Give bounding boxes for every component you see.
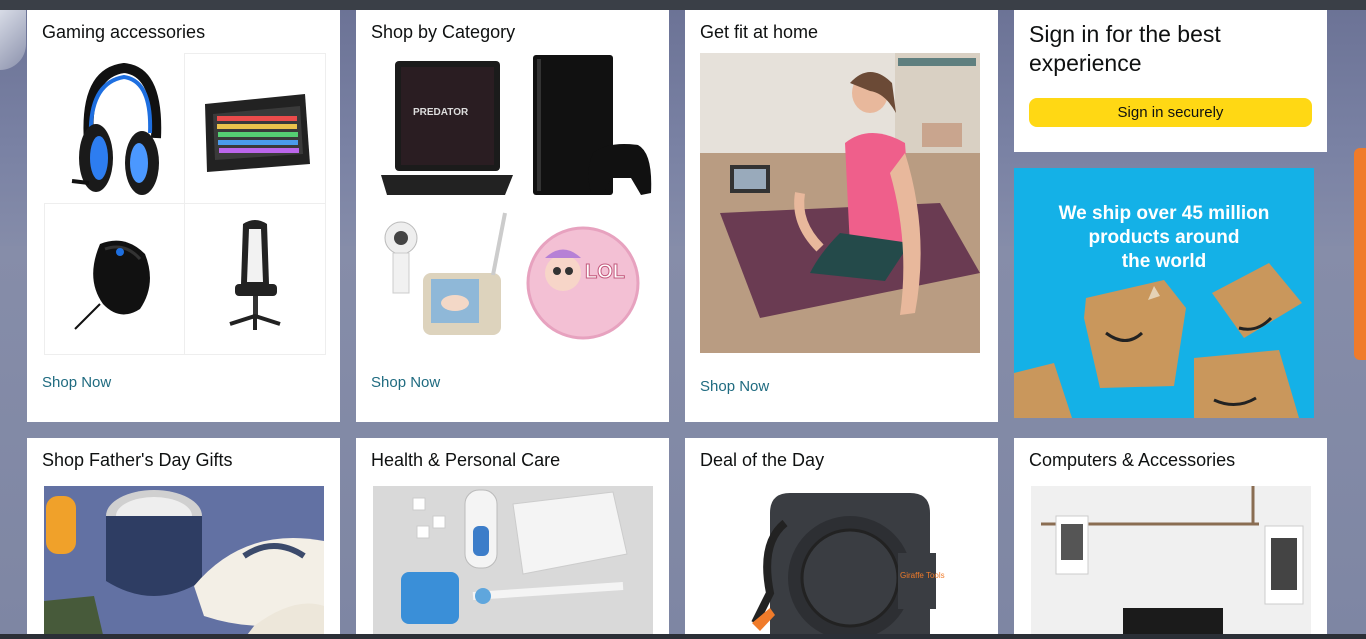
- baby-monitor-image[interactable]: [373, 203, 513, 353]
- card-title: Gaming accessories: [42, 22, 206, 42]
- workspace-scene-image: [1031, 486, 1311, 639]
- card-fathers-day-gifts: Shop Father's Day Gifts: [27, 438, 340, 639]
- card-title: Shop by Category: [371, 22, 516, 42]
- headset-image[interactable]: [44, 53, 184, 203]
- shop-now-link[interactable]: Shop Now: [700, 378, 769, 395]
- toy-ball-icon: LOL: [526, 226, 640, 340]
- card-health-personal-care: Health & Personal Care: [356, 438, 669, 639]
- shop-now-link[interactable]: Shop Now: [42, 374, 111, 391]
- card-gaming-accessories: Gaming accessories Shop Now: [27, 10, 340, 422]
- yoga-image[interactable]: [700, 53, 980, 353]
- computers-image[interactable]: [1031, 486, 1311, 639]
- hose-reel-image: Giraffe Tools: [751, 493, 945, 639]
- taskbar-edge: [0, 634, 1366, 639]
- scrollbar-thumb[interactable]: [1354, 148, 1366, 360]
- health-care-image[interactable]: [373, 486, 653, 639]
- shipping-ad-banner[interactable]: We ship over 45 million products around …: [1014, 168, 1314, 418]
- game-console-icon: [533, 55, 652, 195]
- headset-icon: [71, 62, 162, 195]
- card-shop-by-category: Shop by Category PREDATOR LOL Shop Now: [356, 10, 669, 422]
- mouse-icon: [74, 240, 150, 330]
- lol-surprise-image[interactable]: LOL: [513, 203, 653, 353]
- gifts-scene-image: [44, 486, 324, 639]
- laptop-icon: PREDATOR: [381, 61, 513, 195]
- laptop-image[interactable]: PREDATOR: [373, 53, 513, 203]
- card-title: Computers & Accessories: [1029, 450, 1236, 470]
- card-title: Health & Personal Care: [371, 450, 561, 470]
- card-title: Deal of the Day: [700, 450, 825, 470]
- card-title: Get fit at home: [700, 22, 819, 42]
- keyboard-icon: [205, 94, 310, 172]
- svg-text:LOL: LOL: [585, 261, 625, 283]
- personal-care-scene-image: [373, 486, 653, 639]
- boxes-illustration: [1014, 263, 1302, 418]
- baby-monitor-icon: [384, 212, 507, 335]
- keyboard-image[interactable]: [184, 53, 326, 205]
- card-get-fit-at-home: Get fit at home Shop Now: [685, 10, 998, 422]
- console-image[interactable]: [513, 53, 653, 203]
- card-sign-in: Sign in for the best experience Sign in …: [1014, 10, 1327, 152]
- sign-in-button[interactable]: Sign in securely: [1029, 98, 1312, 127]
- yoga-scene-image: [700, 53, 980, 353]
- product-grid: [44, 53, 326, 355]
- browser-top-bar: [0, 0, 1366, 10]
- chair-icon: [229, 220, 281, 330]
- fathers-day-image[interactable]: [44, 486, 324, 639]
- deal-image[interactable]: Giraffe Tools: [700, 483, 980, 639]
- svg-text:Giraffe Tools: Giraffe Tools: [900, 571, 945, 580]
- gaming-chair-image[interactable]: [184, 203, 326, 355]
- card-title: Shop Father's Day Gifts: [42, 450, 233, 470]
- card-computers-accessories: Computers & Accessories: [1014, 438, 1327, 639]
- category-grid: PREDATOR LOL: [373, 53, 653, 353]
- mouse-image[interactable]: [44, 203, 186, 355]
- shop-now-link[interactable]: Shop Now: [371, 374, 440, 391]
- svg-text:PREDATOR: PREDATOR: [413, 107, 469, 118]
- card-deal-of-the-day: Deal of the Day Giraffe Tools: [685, 438, 998, 639]
- sign-in-heading: Sign in for the best experience: [1029, 21, 1221, 76]
